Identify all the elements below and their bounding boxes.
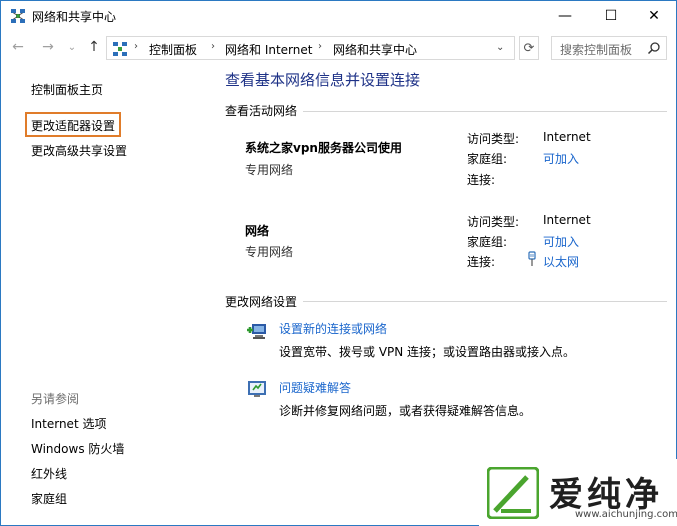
watermark-logo-icon [487,467,539,519]
window: 网络和共享中心 — ☐ ✕ ← → ⌄ ↑ › 控制面板 › 网络和 Inter… [0,0,677,526]
minimize-button[interactable]: — [542,1,588,31]
homegroup-label: 家庭组: [467,152,508,166]
title-bar: 网络和共享中心 — ☐ ✕ [1,1,676,31]
recent-locations-button[interactable]: ⌄ [63,38,81,56]
window-title: 网络和共享中心 [32,10,117,24]
control-panel-icon [113,42,127,56]
divider [303,111,667,112]
up-button[interactable]: ↑ [85,38,103,56]
search-icon[interactable] [647,41,661,55]
breadcrumb-separator[interactable]: › [134,41,138,52]
network-name: 系统之家vpn服务器公司使用 [245,141,402,155]
breadcrumb-separator[interactable]: › [318,41,322,52]
search-placeholder: 搜索控制面板 [560,43,633,57]
breadcrumb-separator[interactable]: › [211,41,215,52]
ethernet-link[interactable]: 以太网 [543,253,579,270]
connection-label: 连接: [467,255,496,269]
network-type: 专用网络 [245,245,294,259]
see-also-heading: 另请参阅 [31,392,80,406]
back-button[interactable]: ← [9,38,27,56]
troubleshoot-link[interactable]: 问题疑难解答 [279,379,351,396]
network-name: 网络 [245,224,270,238]
new-connection-icon [247,324,266,339]
close-button[interactable]: ✕ [631,1,677,31]
navigation-bar: ← → ⌄ ↑ › 控制面板 › 网络和 Internet › 网络和共享中心 … [1,32,676,62]
windows-firewall-link[interactable]: Windows 防火墙 [31,440,124,457]
access-type-value: Internet [543,130,591,144]
refresh-button[interactable]: ⟳ [519,36,539,60]
homegroup-link[interactable]: 家庭组 [31,490,67,507]
internet-options-link[interactable]: Internet 选项 [31,415,106,432]
address-bar[interactable]: › 控制面板 › 网络和 Internet › 网络和共享中心 ⌄ [106,36,515,60]
page-title: 查看基本网络信息并设置连接 [225,71,421,89]
homegroup-join-link[interactable]: 可加入 [543,150,579,167]
access-type-value: Internet [543,213,591,227]
breadcrumb-network-sharing-center[interactable]: 网络和共享中心 [333,41,417,58]
access-type-label: 访问类型: [467,215,520,229]
change-advanced-sharing-link[interactable]: 更改高级共享设置 [31,142,127,159]
network-type: 专用网络 [245,163,294,177]
forward-button[interactable]: → [39,38,57,56]
network-center-icon [11,9,25,23]
troubleshoot-icon [248,381,266,397]
ethernet-icon [528,251,536,266]
active-networks-heading: 查看活动网络 [225,104,298,118]
divider [303,301,667,302]
homegroup-label: 家庭组: [467,235,508,249]
troubleshoot-description: 诊断并修复网络问题，或者获得疑难解答信息。 [279,404,532,418]
setup-new-connection-description: 设置宽带、拨号或 VPN 连接；或设置路由器或接入点。 [279,345,576,359]
change-settings-heading: 更改网络设置 [225,295,298,309]
infrared-link[interactable]: 红外线 [31,465,67,482]
connection-label: 连接: [467,173,496,187]
setup-new-connection-link[interactable]: 设置新的连接或网络 [279,320,387,337]
breadcrumb-control-panel[interactable]: 控制面板 [149,41,197,58]
homegroup-join-link[interactable]: 可加入 [543,233,579,250]
change-adapter-settings-link[interactable]: 更改适配器设置 [31,117,115,134]
watermark: 爱纯净 www.aichunjing.com [479,459,677,526]
maximize-button[interactable]: ☐ [588,1,634,31]
watermark-url: www.aichunjing.com [575,509,677,520]
address-dropdown-icon[interactable]: ⌄ [496,42,504,53]
access-type-label: 访问类型: [467,132,520,146]
breadcrumb-network-internet[interactable]: 网络和 Internet [225,41,312,58]
control-panel-home-link[interactable]: 控制面板主页 [31,81,103,98]
search-box[interactable]: 搜索控制面板 [551,36,667,60]
